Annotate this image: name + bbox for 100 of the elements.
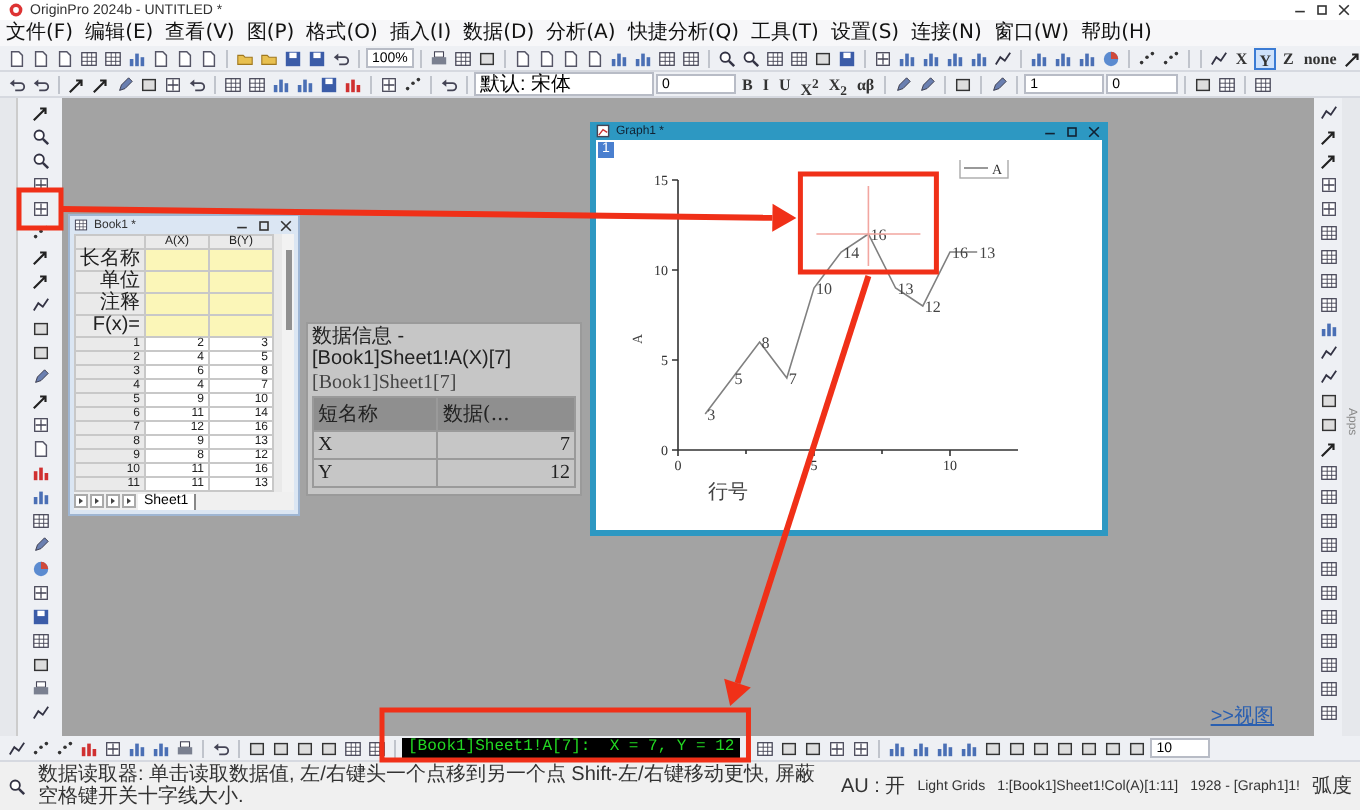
- rectangle-icon[interactable]: [294, 737, 316, 759]
- format-button[interactable]: I: [758, 73, 773, 95]
- menu-item[interactable]: 快捷分析(Q): [621, 20, 745, 46]
- table-icon[interactable]: [1317, 222, 1339, 244]
- pie-chart-icon[interactable]: [29, 558, 51, 580]
- nav-arrow-icon[interactable]: [106, 494, 120, 508]
- menu-item[interactable]: 帮助(H): [1075, 20, 1158, 46]
- scatter-icon[interactable]: [1135, 47, 1158, 69]
- save-icon[interactable]: [29, 606, 51, 628]
- table-icon[interactable]: [787, 47, 810, 69]
- line-chart-icon[interactable]: [1317, 366, 1339, 388]
- axis-button[interactable]: X: [1231, 47, 1252, 69]
- table-icon[interactable]: [246, 73, 268, 95]
- menu-item[interactable]: 文件(F): [0, 20, 80, 46]
- font-field[interactable]: 默认: 宋体: [474, 72, 654, 96]
- document-icon[interactable]: [511, 47, 534, 69]
- menu-item[interactable]: 设置(S): [824, 20, 906, 46]
- arrow-icon[interactable]: [29, 102, 51, 124]
- zoom-icon[interactable]: [739, 47, 762, 69]
- format-button[interactable]: B: [738, 73, 757, 95]
- rectangle-icon[interactable]: [1078, 737, 1101, 759]
- scatter-icon[interactable]: [402, 73, 424, 95]
- rectangle-icon[interactable]: [1317, 390, 1339, 412]
- document-icon[interactable]: [535, 47, 558, 69]
- line-chart-icon[interactable]: [6, 737, 28, 759]
- arrow-icon[interactable]: [1342, 47, 1360, 69]
- axis-button[interactable]: Z: [1278, 47, 1298, 69]
- table-icon[interactable]: [451, 47, 474, 69]
- line-chart-icon[interactable]: [29, 702, 51, 724]
- crosshair-icon[interactable]: [102, 737, 124, 759]
- save-icon[interactable]: [306, 47, 328, 69]
- rectangle-icon[interactable]: [246, 737, 268, 759]
- table-icon[interactable]: [1317, 558, 1339, 580]
- table-icon[interactable]: [102, 47, 124, 69]
- menu-item[interactable]: 工具(T): [745, 20, 825, 46]
- rectangle-icon[interactable]: [952, 73, 975, 95]
- rectangle-icon[interactable]: [318, 737, 340, 759]
- table-icon[interactable]: [1317, 462, 1339, 484]
- arrow-icon[interactable]: [29, 270, 51, 292]
- close-icon[interactable]: [278, 217, 294, 233]
- arrow-icon[interactable]: [1317, 438, 1339, 460]
- table-icon[interactable]: [1252, 73, 1275, 95]
- scatter-icon[interactable]: [1159, 47, 1182, 69]
- rectangle-icon[interactable]: [982, 737, 1005, 759]
- crosshair-icon[interactable]: [29, 414, 51, 436]
- table-icon[interactable]: [1317, 510, 1339, 532]
- pen-icon[interactable]: [114, 73, 136, 95]
- menu-item[interactable]: 插入(I): [383, 20, 458, 46]
- line-chart-icon[interactable]: [1317, 342, 1339, 364]
- table-icon[interactable]: [78, 47, 100, 69]
- line-chart-icon[interactable]: [1317, 102, 1339, 124]
- table-icon[interactable]: [342, 737, 364, 759]
- rectangle-icon[interactable]: [1317, 414, 1339, 436]
- document-icon[interactable]: [174, 47, 196, 69]
- menu-item[interactable]: 编辑(E): [79, 20, 160, 46]
- crosshair-icon[interactable]: [1317, 174, 1339, 196]
- rectangle-icon[interactable]: [1102, 737, 1125, 759]
- crosshair-icon[interactable]: [871, 47, 894, 69]
- rectangle-icon[interactable]: [778, 737, 801, 759]
- table-icon[interactable]: [1317, 270, 1339, 292]
- rectangle-icon[interactable]: [1126, 737, 1149, 759]
- document-icon[interactable]: [29, 438, 51, 460]
- print-icon[interactable]: [174, 737, 196, 759]
- table-icon[interactable]: [1317, 678, 1339, 700]
- table-icon[interactable]: [1317, 294, 1339, 316]
- rectangle-icon[interactable]: [475, 47, 498, 69]
- save-icon[interactable]: [835, 47, 858, 69]
- document-icon[interactable]: [30, 47, 52, 69]
- close-icon[interactable]: [1336, 2, 1352, 18]
- print-icon[interactable]: [29, 678, 51, 700]
- menu-item[interactable]: 格式(O): [300, 20, 384, 46]
- format-button[interactable]: X$^{2}$: [796, 73, 823, 95]
- arrow-icon[interactable]: [90, 73, 112, 95]
- line-chart-icon[interactable]: [1207, 47, 1230, 69]
- document-icon[interactable]: [583, 47, 606, 69]
- pie-chart-icon[interactable]: [1099, 47, 1122, 69]
- rectangle-icon[interactable]: [811, 47, 834, 69]
- menu-item[interactable]: 窗口(W): [987, 20, 1076, 46]
- rectangle-icon[interactable]: [29, 654, 51, 676]
- menu-item[interactable]: 图(P): [240, 20, 301, 46]
- line-chart-icon[interactable]: [29, 294, 51, 316]
- format-button[interactable]: X$_{2}$: [824, 73, 851, 95]
- crosshair-icon[interactable]: [1317, 198, 1339, 220]
- bar-chart-icon[interactable]: [1317, 318, 1339, 340]
- document-icon[interactable]: [198, 47, 220, 69]
- print-icon[interactable]: [427, 47, 450, 69]
- table-icon[interactable]: [222, 73, 244, 95]
- table-icon[interactable]: [754, 737, 777, 759]
- save-icon[interactable]: [282, 47, 304, 69]
- table-icon[interactable]: [1317, 582, 1339, 604]
- nav-arrow-icon[interactable]: [122, 494, 136, 508]
- rectangle-icon[interactable]: [1054, 737, 1077, 759]
- document-icon[interactable]: [54, 47, 76, 69]
- table-icon[interactable]: [655, 47, 678, 69]
- table-icon[interactable]: [1317, 702, 1339, 724]
- menu-item[interactable]: 分析(A): [540, 20, 622, 46]
- nav-arrow-icon[interactable]: [90, 494, 104, 508]
- table-icon[interactable]: [1317, 486, 1339, 508]
- crosshair-icon[interactable]: [29, 198, 51, 220]
- menu-item[interactable]: 查看(V): [159, 20, 241, 46]
